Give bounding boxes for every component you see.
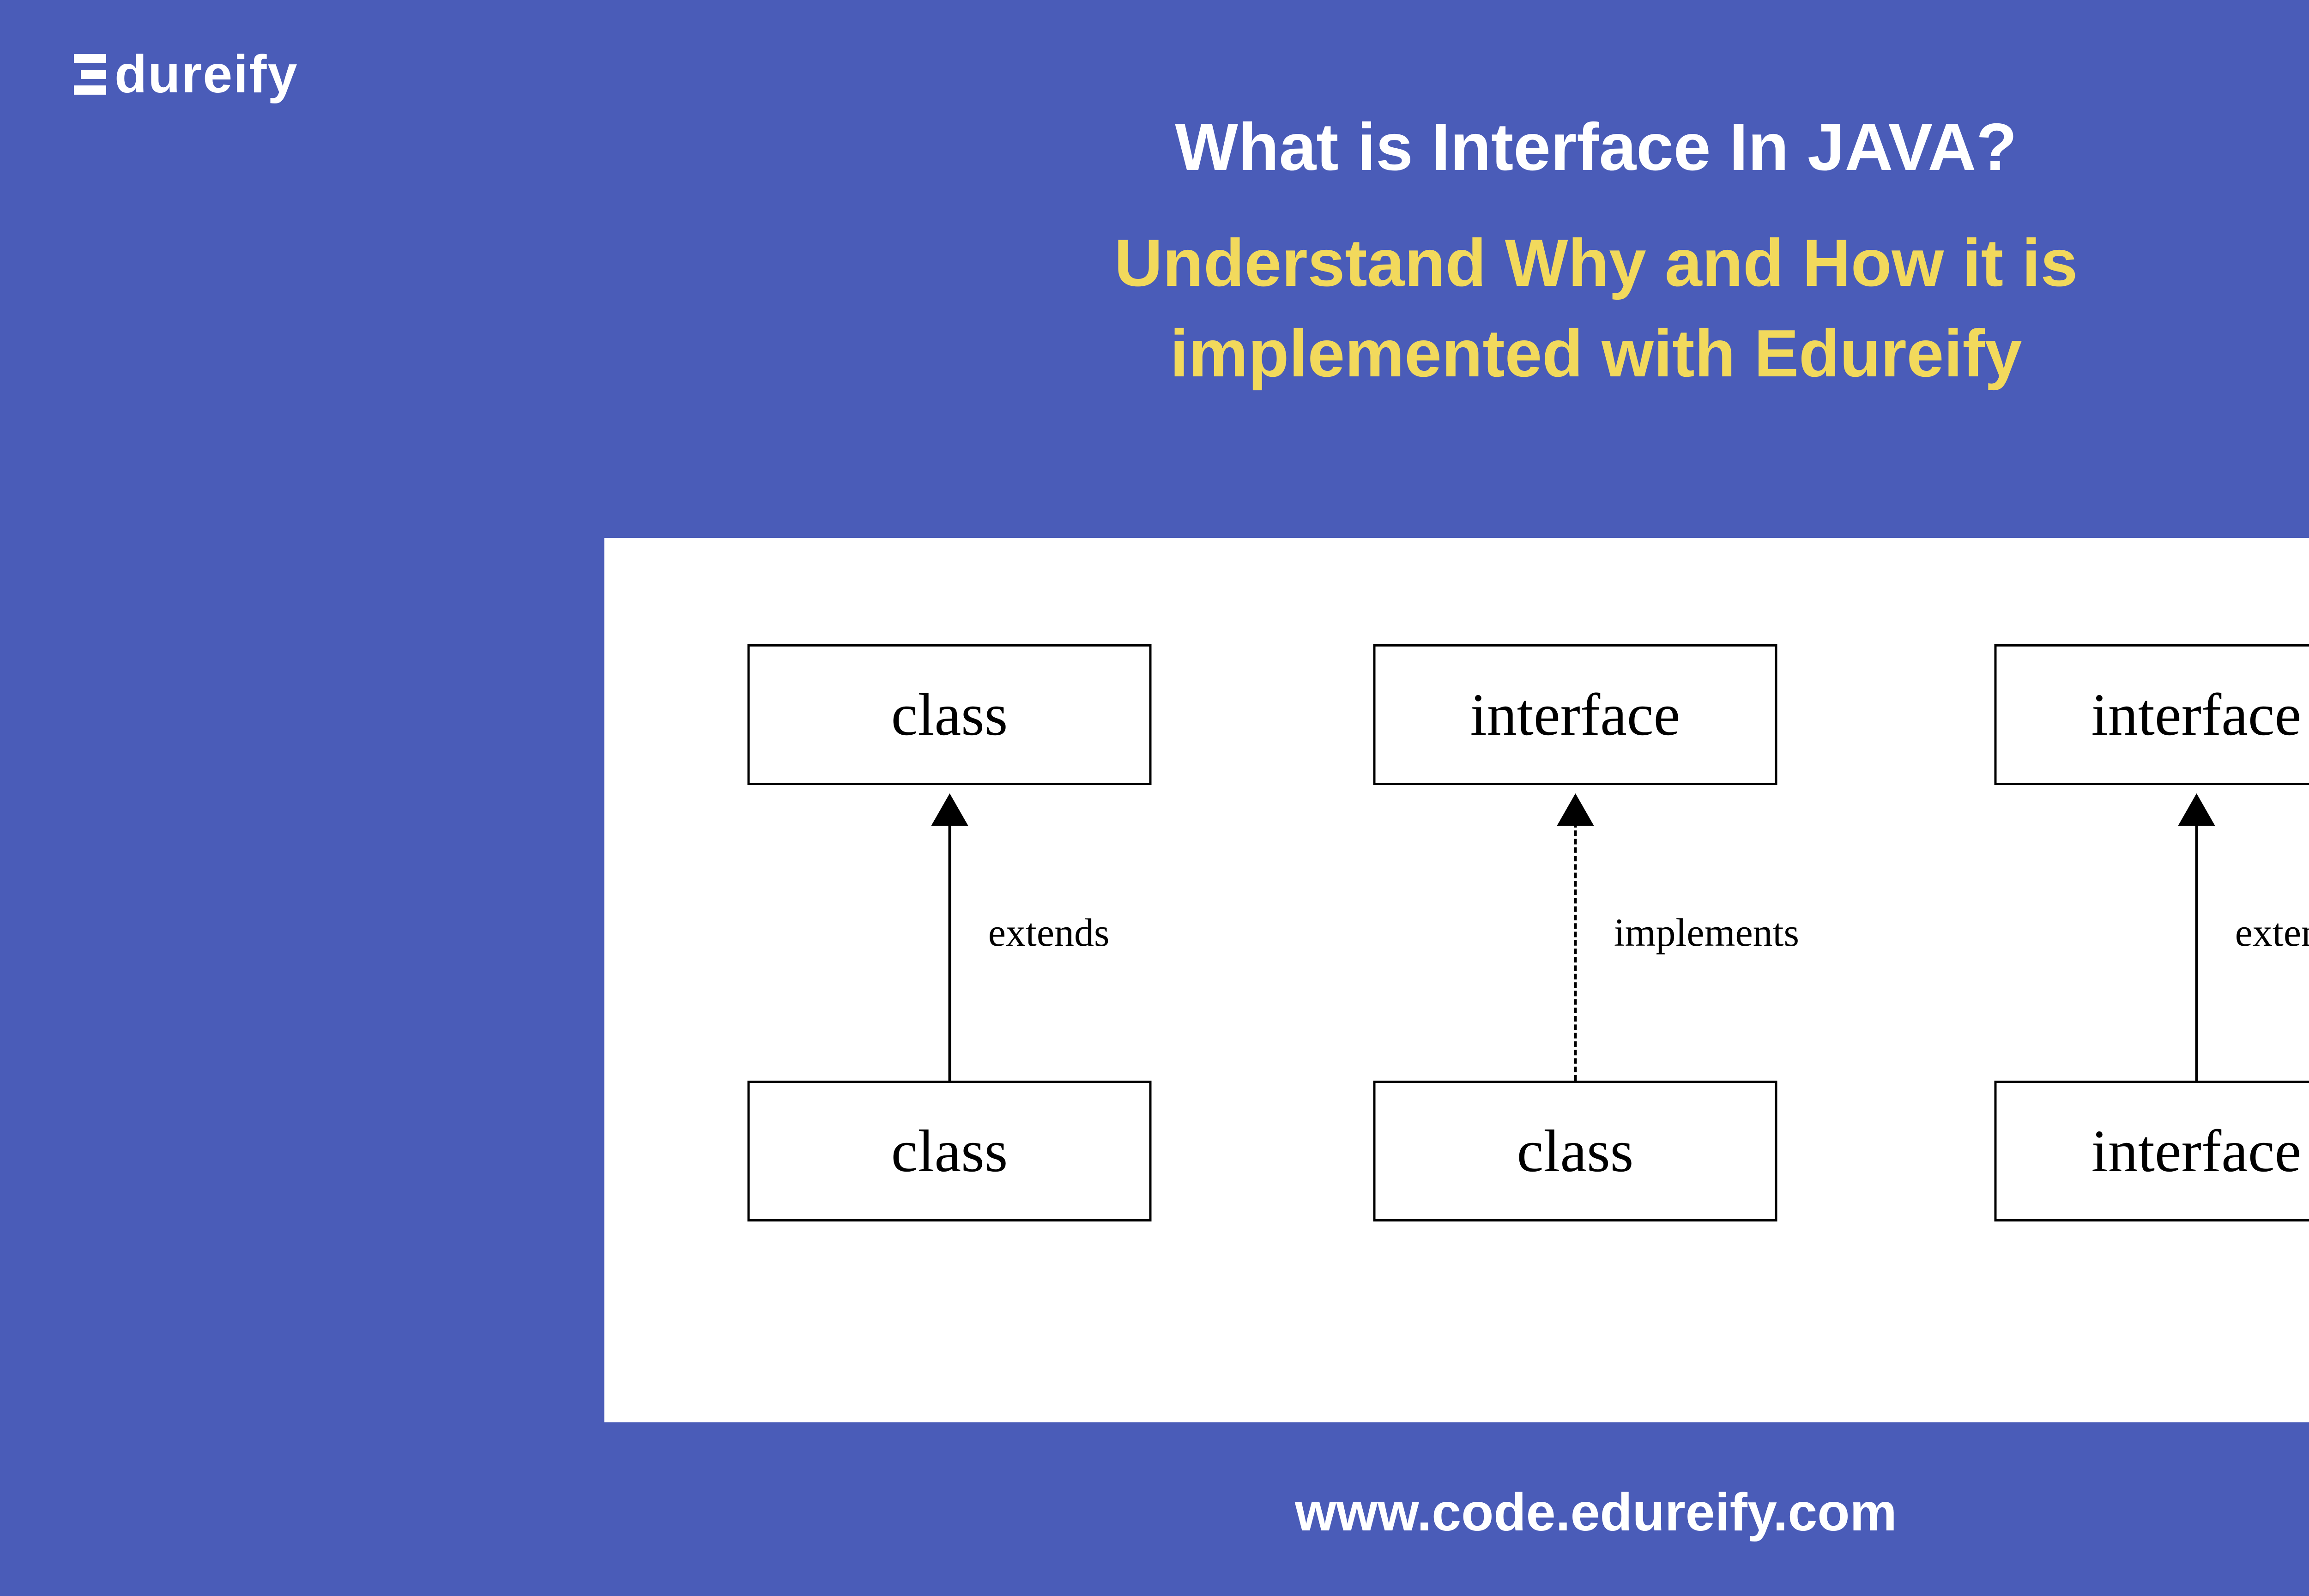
logo-bar (74, 85, 106, 95)
page-title: What is Interface In JAVA? (0, 109, 2309, 186)
arrow-line (2195, 822, 2198, 1081)
logo-bar (81, 70, 106, 79)
diagram-column-class-extends-class: class extends class (748, 644, 1152, 1221)
arrow-line (948, 822, 951, 1081)
uml-box-top: class (748, 644, 1152, 785)
headings: What is Interface In JAVA? Understand Wh… (0, 109, 2309, 399)
brand-logo: dureify (65, 44, 298, 105)
logo-bar (74, 54, 106, 63)
uml-arrow: extends (748, 785, 1152, 1081)
footer-url: www.code.edureify.com (0, 1482, 2309, 1543)
diagram-panel: class extends class interface implements… (604, 538, 2309, 1422)
arrow-head-icon (1557, 793, 1594, 826)
uml-box-bottom: class (748, 1081, 1152, 1221)
arrow-head-icon (931, 793, 968, 826)
page-subtitle: Understand Why and How it is implemented… (0, 218, 2309, 399)
uml-box-bottom: interface (1995, 1081, 2309, 1221)
logo-bars-icon (65, 54, 106, 95)
diagram-column-class-implements-interface: interface implements class (1373, 644, 1777, 1221)
arrow-head-icon (2178, 793, 2215, 826)
arrow-label: extends (970, 909, 1110, 955)
arrow-label: implements (1596, 909, 1799, 955)
uml-box-top: interface (1373, 644, 1777, 785)
subtitle-line: implemented with Edureify (0, 308, 2309, 399)
subtitle-line: Understand Why and How it is (0, 218, 2309, 308)
diagram-inner: class extends class interface implements… (604, 538, 2309, 1422)
uml-arrow: implements (1373, 785, 1777, 1081)
diagram-column-interface-extends-interface: interface extends interface (1995, 644, 2309, 1221)
brand-name: dureify (115, 44, 298, 105)
uml-box-top: interface (1995, 644, 2309, 785)
arrow-label: extends (2217, 909, 2309, 955)
uml-arrow: extends (1995, 785, 2309, 1081)
uml-box-bottom: class (1373, 1081, 1777, 1221)
arrow-line-dashed (1574, 822, 1577, 1081)
